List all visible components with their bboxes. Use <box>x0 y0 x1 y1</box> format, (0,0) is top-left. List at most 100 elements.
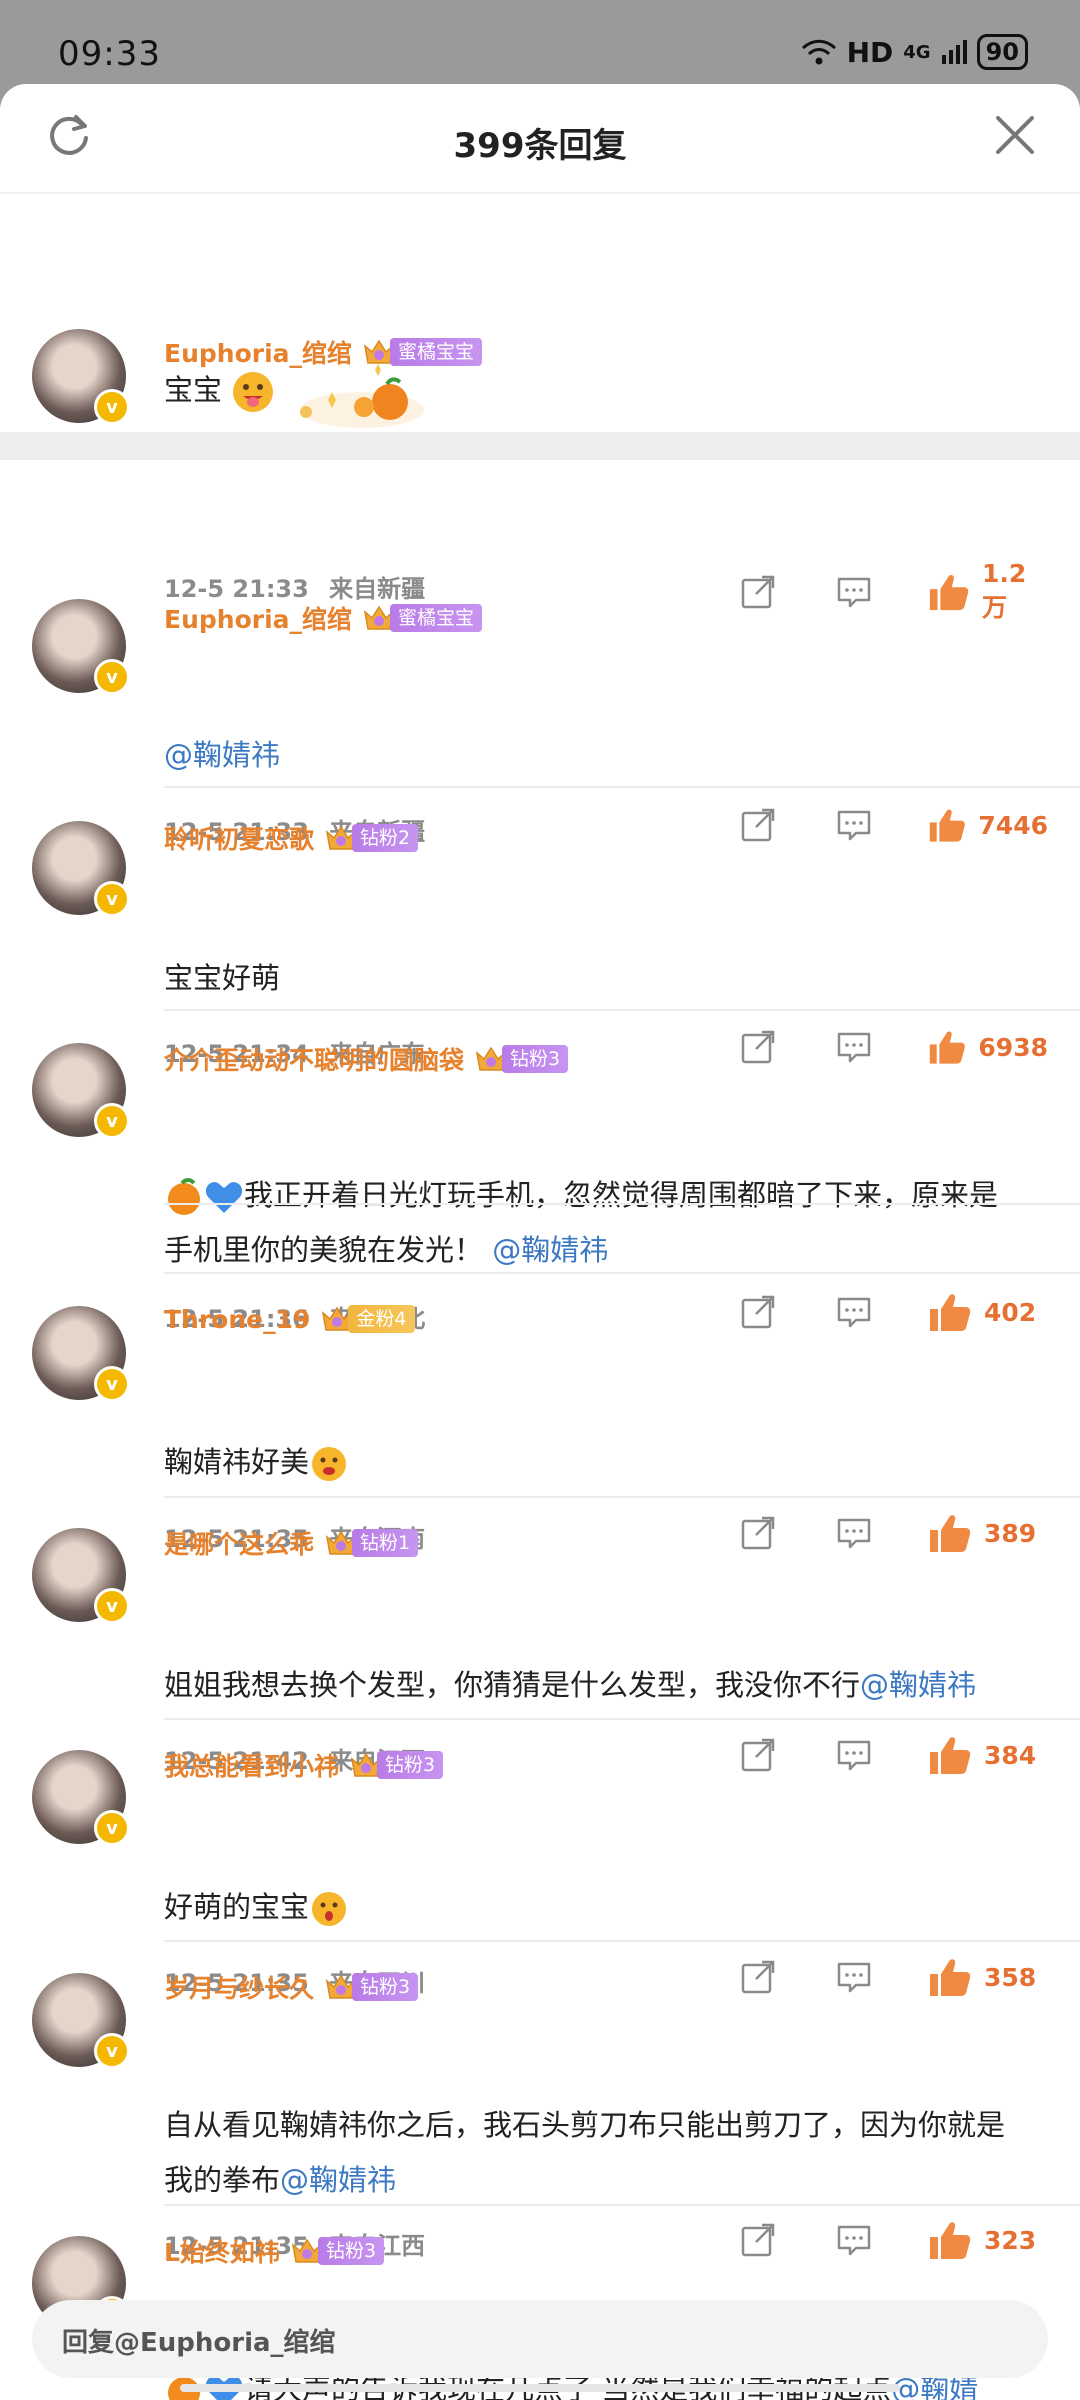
share-icon[interactable] <box>740 574 776 610</box>
page-title: 399条回复 <box>453 126 627 166</box>
network-label: HD <box>846 35 894 69</box>
comment-text: 宝宝 <box>164 352 1044 432</box>
fan-label: 钻粉2 <box>352 824 419 852</box>
divider <box>164 1496 1080 1498</box>
fan-badge[interactable]: 钻粉1 <box>324 1528 419 1558</box>
avatar[interactable]: v <box>32 1306 130 1402</box>
comment-location: 来自新疆 <box>329 575 426 603</box>
section-divider <box>0 432 1080 460</box>
thumbs-up-icon <box>928 2219 972 2261</box>
avatar[interactable]: v <box>32 329 130 425</box>
blue-heart-icon <box>205 1182 243 1213</box>
like-count: 1.2万 <box>981 559 1027 622</box>
mention-link[interactable]: @鞠婧祎 <box>492 1233 608 1267</box>
fan-badge[interactable]: 钻粉3 <box>290 2236 385 2266</box>
mention-link[interactable]: @鞠婧祎 <box>280 2163 396 2197</box>
comment-actions: 6938 <box>740 1026 1048 1068</box>
fan-badge[interactable]: 金粉4 <box>320 1304 415 1334</box>
verified-badge-icon: v <box>94 1366 130 1402</box>
comment-icon[interactable] <box>836 1515 872 1551</box>
username[interactable]: 介介歪动动不聪明的圆脑袋 <box>164 1041 464 1077</box>
username[interactable]: 我总能看到小祎 <box>164 1747 339 1783</box>
username[interactable]: 聆听初夏恋歌 <box>164 820 314 856</box>
status-icons: HD 4G 90 <box>801 34 1028 70</box>
username[interactable]: Euphoria_绾绾 <box>164 600 352 636</box>
comment-text-body: 姐姐我想去换个发型，你猜猜是什么发型，我没你不行 <box>164 1668 861 1702</box>
like-button[interactable]: 6938 <box>928 1026 1048 1068</box>
username[interactable]: 岁月与纱长久 <box>164 1969 314 2005</box>
comment-time: 12-5 21:33 <box>164 575 309 603</box>
like-button[interactable]: 323 <box>928 2219 1048 2261</box>
comment-icon[interactable] <box>836 574 872 610</box>
comment-actions: 402 <box>740 1291 1048 1333</box>
comment-text-body: 宝宝 <box>164 373 223 407</box>
smile-emoji-icon <box>312 1447 347 1481</box>
comment-text-body: 鞠婧祎好美 <box>164 1445 310 1479</box>
mention-link[interactable]: @鞠婧祎 <box>164 738 280 772</box>
comment-actions: 1.2万 <box>740 559 1048 624</box>
home-indicator <box>180 2384 900 2392</box>
thumbs-up-icon <box>928 804 966 846</box>
comment-icon[interactable] <box>836 1959 872 1995</box>
divider <box>164 1718 1080 1720</box>
share-icon[interactable] <box>740 1737 776 1773</box>
fan-badge[interactable]: 钻粉3 <box>474 1044 569 1074</box>
share-icon[interactable] <box>740 2222 776 2258</box>
status-bar: 09:33 HD 4G 90 <box>0 0 1080 84</box>
comment-text-line1: 我正开着日光灯玩手机，忽然觉得周围都暗了下来，原来是 <box>244 1178 999 1212</box>
verified-badge-icon: v <box>94 881 130 917</box>
avatar[interactable]: v <box>32 1528 130 1624</box>
like-button[interactable]: 389 <box>928 1512 1048 1554</box>
comment-header: 介介歪动动不聪明的圆脑袋 钻粉3 <box>164 1041 569 1077</box>
share-icon[interactable] <box>740 1515 776 1551</box>
like-button[interactable]: 384 <box>928 1734 1048 1776</box>
tangerine-sticker-icon <box>300 364 425 428</box>
fan-badge[interactable]: 钻粉2 <box>324 823 419 853</box>
comment-header: 是哪个这么乖 钻粉1 <box>164 1525 419 1561</box>
mention-link[interactable]: @鞠婧祎 <box>860 1668 976 1702</box>
reply-placeholder: 回复@Euphoria_绾绾 <box>62 2328 336 2358</box>
like-count: 389 <box>984 1518 1037 1548</box>
avatar[interactable]: v <box>32 1750 130 1846</box>
avatar[interactable]: v <box>32 599 130 695</box>
comment-header: 聆听初夏恋歌 钻粉2 <box>164 820 419 856</box>
like-button[interactable]: 358 <box>928 1956 1048 1998</box>
avatar[interactable]: v <box>32 1043 130 1139</box>
comment-actions: 7446 <box>740 804 1048 846</box>
verified-badge-icon: v <box>94 1588 130 1624</box>
share-icon[interactable] <box>740 1959 776 1995</box>
share-icon[interactable] <box>740 1294 776 1330</box>
comment-text: 好萌的宝宝 <box>164 1880 1044 1935</box>
username[interactable]: 是哪个这么乖 <box>164 1525 314 1561</box>
avatar[interactable]: v <box>32 1973 130 2069</box>
comment-text: @鞠婧祎 <box>164 728 1044 783</box>
close-icon[interactable] <box>994 114 1036 156</box>
comment-icon[interactable] <box>836 1294 872 1330</box>
fan-badge[interactable]: 蜜橘宝宝 <box>362 603 483 633</box>
fan-badge[interactable]: 钻粉3 <box>324 1972 419 2002</box>
like-button[interactable]: 1.2万 <box>928 559 1048 624</box>
comment-text-body: 宝宝好萌 <box>164 961 281 995</box>
divider <box>164 786 1080 788</box>
share-icon[interactable] <box>740 807 776 843</box>
comment-icon[interactable] <box>836 1737 872 1773</box>
comment-text: 自从看见鞠婧祎你之后，我石头剪刀布只能出剪刀了，因为你就是 我的拳布@鞠婧祎 <box>164 2098 1044 2208</box>
tongue-emoji-icon <box>233 372 274 412</box>
wow-emoji-icon <box>312 1892 347 1926</box>
like-button[interactable]: 402 <box>928 1291 1048 1333</box>
fan-label: 钻粉3 <box>502 1045 569 1073</box>
like-button[interactable]: 7446 <box>928 804 1048 846</box>
fan-badge[interactable]: 钻粉3 <box>349 1750 444 1780</box>
comment-icon[interactable] <box>836 807 872 843</box>
comment-text: 鞠婧祎好美 <box>164 1435 1044 1490</box>
share-icon[interactable] <box>740 1029 776 1065</box>
comment-icon[interactable] <box>836 2222 872 2258</box>
username[interactable]: L始终如祎 <box>164 2233 280 2269</box>
comment-icon[interactable] <box>836 1029 872 1065</box>
avatar[interactable]: v <box>32 821 130 917</box>
reply-input[interactable]: 回复@Euphoria_绾绾 <box>32 2300 1048 2378</box>
comment-text-line1: 自从看见鞠婧祎你之后，我石头剪刀布只能出剪刀了，因为你就是 <box>164 2108 1006 2142</box>
verified-badge-icon: v <box>94 1810 130 1846</box>
comment-text-line2: 手机里你的美貌在发光！ <box>164 1233 484 1267</box>
username[interactable]: Throne_19 <box>164 1305 310 1334</box>
